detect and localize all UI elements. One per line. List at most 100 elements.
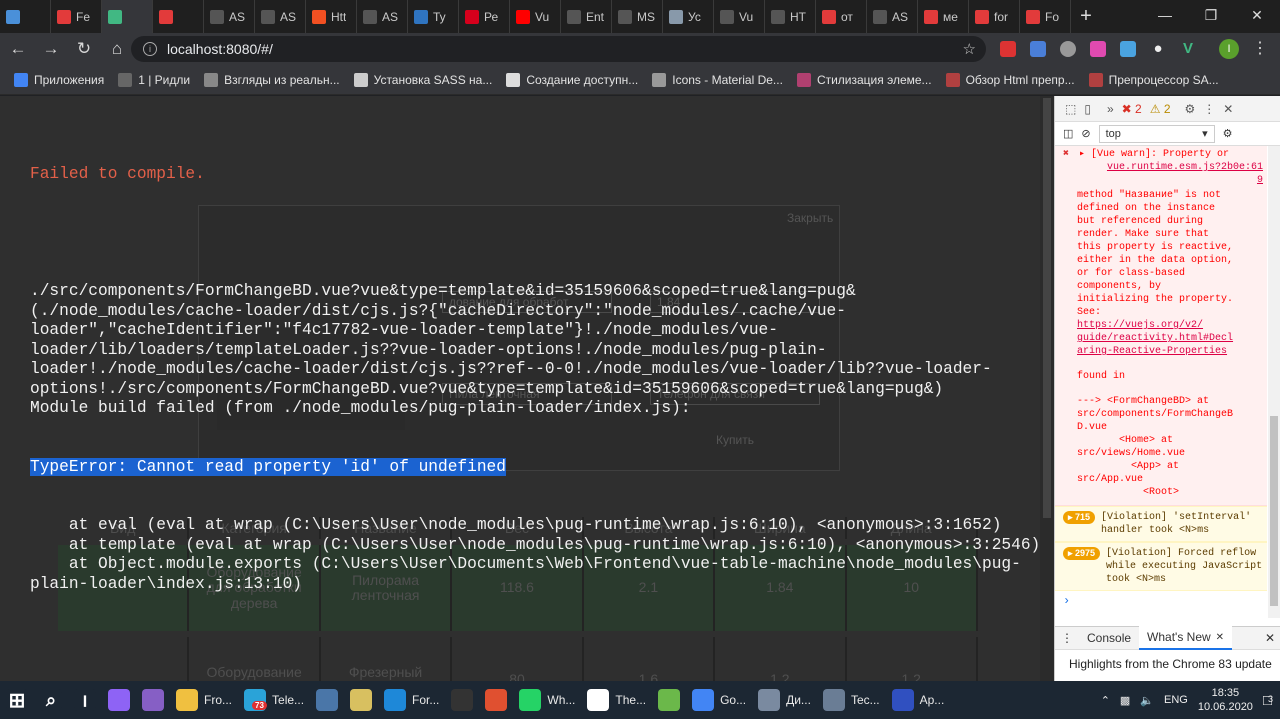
taskbar-item[interactable]: Ap... — [886, 681, 951, 719]
taskbar-item[interactable]: Go... — [686, 681, 752, 719]
vue-devtools-icon[interactable]: V — [1180, 41, 1196, 57]
network-icon[interactable]: ▩ — [1120, 694, 1130, 707]
taskbar-item[interactable]: Tec... — [817, 681, 886, 719]
console-prompt[interactable]: › — [1055, 591, 1267, 612]
forward-button[interactable]: → — [36, 34, 66, 64]
browser-tab[interactable] — [153, 0, 204, 33]
more-tabs-icon[interactable]: » — [1107, 102, 1114, 116]
minimize-button[interactable]: — — [1142, 0, 1188, 30]
reload-button[interactable]: ↻ — [69, 34, 99, 64]
clock[interactable]: 18:35 10.06.2020 — [1198, 686, 1253, 714]
taskbar-item[interactable]: 73 Tele... — [238, 681, 310, 719]
profile-avatar[interactable]: I — [1219, 39, 1239, 59]
bookmark-star-icon[interactable]: ☆ — [963, 40, 976, 58]
clear-console-icon[interactable]: ⊘ — [1081, 127, 1090, 140]
browser-tab[interactable]: Fe — [51, 0, 102, 33]
maximize-button[interactable]: ❐ — [1188, 0, 1234, 30]
taskbar-item[interactable]: ⊞ — [0, 681, 34, 719]
address-bar[interactable]: i localhost:8080/#/ ☆ — [131, 36, 986, 62]
plus-icon[interactable]: ● — [1150, 41, 1166, 57]
settings-icon[interactable]: ⚙ — [1185, 102, 1196, 116]
bookmark-item[interactable]: Создание доступн... — [506, 72, 638, 87]
devtools-menu-icon[interactable]: ⋮ — [1203, 102, 1215, 116]
taskbar-item[interactable]: ⌕ — [34, 681, 68, 719]
volume-icon[interactable]: 🔈 — [1140, 694, 1154, 707]
browser-tab[interactable] — [0, 0, 51, 33]
page-scroll-thumb[interactable] — [1043, 98, 1051, 518]
taskbar-item[interactable]: The... — [581, 681, 652, 719]
translate-icon[interactable] — [1030, 41, 1046, 57]
context-select[interactable]: top ▾ — [1098, 124, 1215, 143]
tray-chevron-icon[interactable]: ⌃ — [1101, 694, 1110, 707]
drawer-close-icon[interactable]: ✕ — [1265, 631, 1280, 645]
device-toggle-icon[interactable]: ▯ — [1084, 102, 1091, 116]
menu-icon[interactable]: ⋮ — [1252, 41, 1268, 57]
taskbar-item[interactable]: For... — [378, 681, 445, 719]
browser-tab[interactable]: MS — [612, 0, 663, 33]
devtools-scrollbar[interactable] — [1268, 146, 1280, 618]
taskbar-item[interactable] — [310, 681, 344, 719]
taskbar-item[interactable] — [102, 681, 136, 719]
browser-tab[interactable]: ме — [918, 0, 969, 33]
browser-tab[interactable]: Vu — [714, 0, 765, 33]
extension-icon[interactable] — [1060, 41, 1076, 57]
bookmark-item[interactable]: 1 | Ридли — [118, 72, 190, 87]
bookmark-item[interactable]: Стилизация элеме... — [796, 72, 932, 87]
bookmark-item[interactable]: Препроцессор SA... — [1088, 72, 1219, 87]
extension-icon[interactable] — [1000, 41, 1016, 57]
bookmark-item[interactable]: Icons - Material De... — [652, 72, 783, 87]
taskbar-item[interactable] — [136, 681, 170, 719]
close-window-button[interactable]: ✕ — [1234, 0, 1280, 30]
taskbar-item[interactable] — [479, 681, 513, 719]
browser-tab[interactable]: Vu — [510, 0, 561, 33]
bookmark-item[interactable]: Приложения — [14, 72, 104, 87]
notifications-icon[interactable]: □ 3 — [1263, 692, 1273, 709]
browser-tab[interactable]: Ре — [459, 0, 510, 33]
back-button[interactable]: ← — [3, 34, 33, 64]
close-icon[interactable]: ✕ — [1216, 632, 1224, 643]
vue-docs-link[interactable]: https://vuejs.org/v2/guide/reactivity.ht… — [1063, 319, 1263, 358]
devtools-close-icon[interactable]: ✕ — [1223, 102, 1233, 116]
page-scrollbar[interactable] — [1040, 96, 1054, 681]
browser-tab[interactable]: Fo — [1020, 0, 1071, 33]
new-tab-button[interactable]: + — [1071, 0, 1101, 33]
browser-tab[interactable]: Htt — [306, 0, 357, 33]
error-count[interactable]: ✖ 2 — [1122, 102, 1142, 116]
violation-message[interactable]: ▸ 2975 [Violation] Forced reflow while ex… — [1055, 542, 1267, 591]
browser-tab[interactable]: for — [969, 0, 1020, 33]
taskbar-item[interactable] — [344, 681, 378, 719]
browser-tab[interactable]: AS — [357, 0, 408, 33]
bookmark-item[interactable]: Обзор Html препр... — [945, 72, 1075, 87]
browser-tab[interactable]: Ent — [561, 0, 612, 33]
warning-count[interactable]: ⚠ 2 — [1150, 102, 1171, 116]
drawer-menu-icon[interactable]: ⋮ — [1055, 631, 1079, 645]
language-indicator[interactable]: ENG — [1164, 694, 1188, 706]
browser-tab[interactable]: Ту — [408, 0, 459, 33]
bookmark-item[interactable]: Установка SASS на... — [353, 72, 492, 87]
expand-arrow-icon[interactable]: ▸ — [1079, 149, 1091, 160]
home-button[interactable]: ⌂ — [102, 34, 132, 64]
console-error-message[interactable]: ✖ ▸ [Vue warn]: Property or vue.runtime.… — [1055, 146, 1267, 506]
bookmark-item[interactable]: Взгляды из реальн... — [204, 72, 340, 87]
taskbar-item[interactable] — [652, 681, 686, 719]
browser-tab[interactable]: AS — [867, 0, 918, 33]
browser-tab[interactable]: Ус — [663, 0, 714, 33]
browser-tab[interactable] — [102, 0, 153, 33]
inspect-icon[interactable]: ⬚ — [1065, 102, 1076, 116]
info-icon[interactable]: i — [143, 42, 157, 56]
browser-tab[interactable]: от — [816, 0, 867, 33]
sidebar-toggle-icon[interactable]: ◫ — [1063, 127, 1073, 140]
extension-icon[interactable] — [1090, 41, 1106, 57]
tab-console[interactable]: Console — [1079, 626, 1139, 650]
taskbar-item[interactable]: Fro... — [170, 681, 238, 719]
taskbar-item[interactable]: Ди... — [752, 681, 817, 719]
browser-tab[interactable]: AS — [255, 0, 306, 33]
violation-message[interactable]: ▸ 715 [Violation] 'setInterval' handler t… — [1055, 506, 1267, 542]
taskbar-item[interactable]: ❙ — [68, 681, 102, 719]
extension-icon[interactable] — [1120, 41, 1136, 57]
taskbar-item[interactable]: Wh... — [513, 681, 581, 719]
taskbar-item[interactable] — [445, 681, 479, 719]
devtools-scroll-thumb[interactable] — [1270, 416, 1278, 606]
browser-tab[interactable]: HT — [765, 0, 816, 33]
console-settings-icon[interactable]: ⚙ — [1223, 127, 1233, 140]
